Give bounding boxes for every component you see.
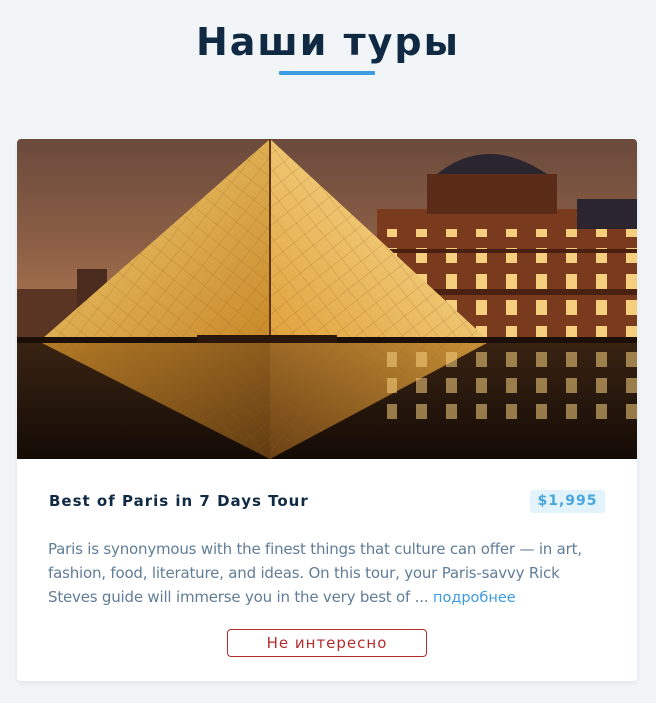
title-underline (279, 71, 375, 75)
not-interested-button[interactable]: Не интересно (227, 629, 427, 657)
read-more-button[interactable]: подробнее (433, 586, 516, 610)
tour-description: Paris is synonymous with the finest thin… (48, 537, 608, 610)
tour-card: Best of Paris in 7 Days Tour $1,995 Pari… (17, 139, 637, 681)
price-badge: $1,995 (530, 490, 605, 513)
tour-image (17, 139, 637, 459)
tour-name: Best of Paris in 7 Days Tour (49, 492, 309, 510)
page-title: Наши туры (195, 20, 461, 64)
